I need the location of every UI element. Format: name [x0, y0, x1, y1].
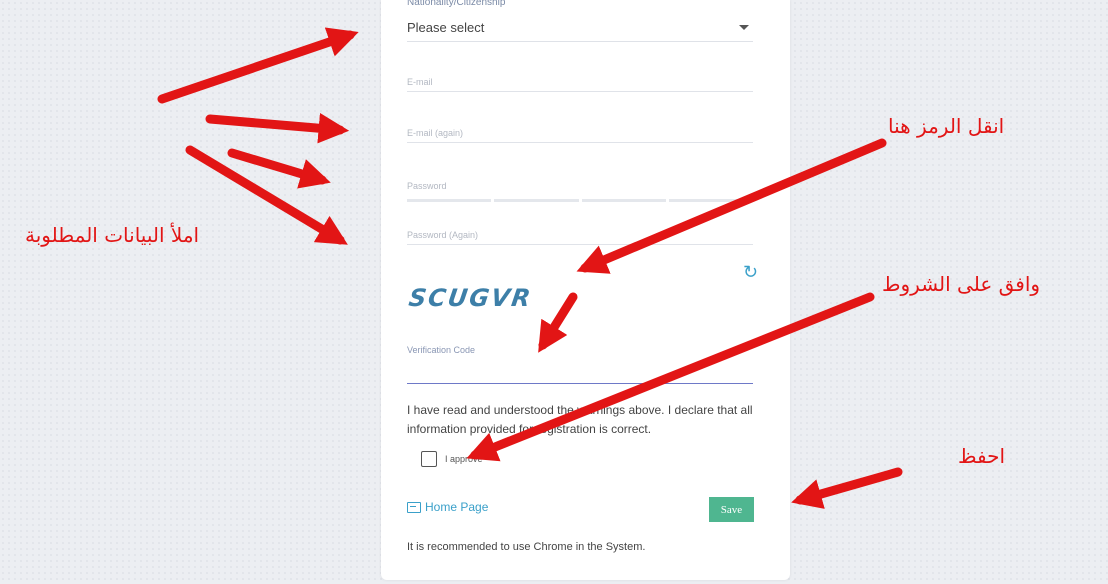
nationality-select[interactable]: Please select: [407, 14, 753, 42]
captcha-image: SCUGVR: [407, 284, 535, 312]
home-page-link[interactable]: Home Page: [407, 500, 488, 514]
annotation-fill-data: املأ البيانات المطلوبة: [25, 223, 200, 247]
browser-recommendation: It is recommended to use Chrome in the S…: [407, 541, 646, 553]
nationality-value: Please select: [407, 20, 485, 35]
annotation-save: احفظ: [958, 444, 1006, 468]
approve-label: I approve: [445, 454, 483, 464]
registration-form: Nationality/Citizenship Please select SC…: [381, 0, 790, 580]
annotation-agree-terms: وافق على الشروط: [882, 272, 1041, 296]
verification-code-input[interactable]: [407, 360, 753, 384]
disclaimer-text: I have read and understood the warnings …: [407, 403, 753, 436]
password-again-field[interactable]: [407, 215, 753, 245]
email-again-field[interactable]: [407, 113, 753, 143]
password-strength-meter: [407, 199, 753, 202]
email-field[interactable]: [407, 62, 753, 92]
approve-row: I approve: [421, 451, 483, 467]
approve-checkbox[interactable]: [421, 451, 437, 467]
caret-down-icon: [739, 25, 749, 30]
home-page-label: Home Page: [425, 500, 489, 514]
annotation-copy-code: انقل الرمز هنا: [888, 114, 1005, 138]
save-button[interactable]: Save: [709, 497, 754, 522]
sign-in-icon: [407, 501, 421, 513]
verification-code-label: Verification Code: [407, 345, 476, 355]
nationality-label: Nationality/Citizenship: [407, 0, 506, 8]
refresh-icon[interactable]: ↻: [743, 262, 758, 283]
password-field[interactable]: [407, 166, 753, 196]
